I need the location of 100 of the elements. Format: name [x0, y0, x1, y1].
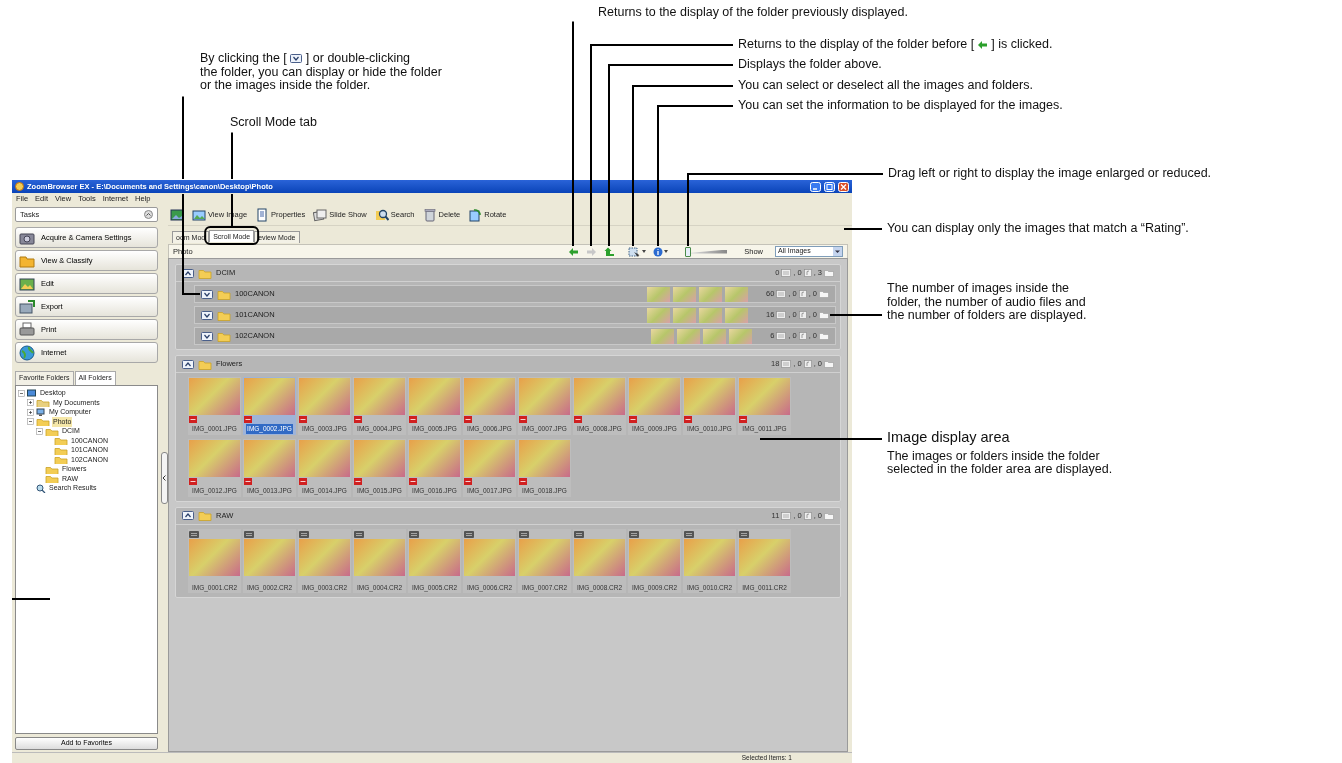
search-icon	[36, 483, 46, 493]
jpeg-file-icon	[189, 477, 197, 485]
collapse-button-icon[interactable]	[182, 268, 194, 278]
photo-placeholder	[464, 439, 515, 477]
maximize-button[interactable]	[824, 181, 835, 192]
folder-icon	[45, 474, 59, 484]
photo-placeholder	[189, 378, 240, 415]
minimize-button[interactable]	[810, 181, 821, 192]
back-arrow-icon	[568, 246, 580, 257]
photo-placeholder	[677, 328, 701, 344]
photo-placeholder	[574, 378, 625, 415]
photo-placeholder	[299, 439, 350, 477]
photo-placeholder	[646, 307, 670, 323]
picture-icon	[19, 275, 35, 292]
zoom-slider[interactable]	[683, 246, 728, 257]
panel-toggle-button[interactable]	[160, 452, 168, 504]
photo-placeholder	[703, 328, 727, 344]
expand-icon[interactable]	[27, 408, 34, 416]
computer-icon	[36, 407, 46, 417]
back-arrow-icon	[977, 39, 989, 50]
leader-line	[829, 314, 883, 316]
collapse-icon[interactable]	[27, 418, 34, 426]
select-button[interactable]	[628, 246, 647, 257]
callout-outline	[204, 226, 260, 245]
raw-file-icon	[519, 530, 529, 538]
folder-icon	[217, 309, 231, 321]
jpeg-file-icon	[409, 477, 417, 485]
app-logo-icon	[15, 182, 24, 191]
image-file-icon	[776, 311, 787, 319]
close-button[interactable]	[838, 181, 849, 192]
folder-icon	[824, 511, 834, 520]
raw-file-icon	[574, 530, 584, 538]
expand-button-icon	[289, 53, 303, 64]
folder-icon	[198, 510, 212, 521]
caret-icon	[664, 250, 669, 253]
folder-icon	[54, 455, 68, 465]
folder-icon	[45, 464, 59, 474]
photo-placeholder	[354, 439, 405, 477]
up-button[interactable]	[604, 246, 616, 257]
leader-line	[11, 598, 51, 600]
photo-placeholder	[646, 286, 670, 302]
slides-icon	[313, 208, 328, 222]
expand-button-icon[interactable]	[201, 331, 213, 341]
jpeg-file-icon	[464, 477, 472, 485]
collapse-button-icon[interactable]	[182, 511, 194, 520]
photo-placeholder	[672, 286, 696, 302]
photo-placeholder	[354, 538, 405, 576]
audio-file-icon	[798, 332, 807, 340]
photo-placeholder	[354, 378, 405, 415]
expand-button-icon[interactable]	[201, 310, 213, 320]
photo-placeholder	[464, 378, 515, 415]
slider-thumb[interactable]	[685, 246, 692, 257]
photo-placeholder	[724, 286, 748, 302]
callout-text: By clicking the [	[200, 52, 287, 66]
callout-text: Returns to the display of the folder before [	[738, 38, 975, 52]
raw-file-icon	[739, 530, 749, 538]
jpeg-file-icon	[409, 416, 417, 423]
photo-placeholder	[244, 439, 295, 477]
photo-placeholder	[739, 378, 790, 415]
image-file-icon	[781, 511, 792, 520]
callout-text: You can set the information to be displayed for the images.	[738, 99, 1064, 113]
callout-text: ] or double-clicking	[305, 52, 411, 66]
audio-file-icon	[803, 511, 812, 520]
caret-icon	[642, 250, 647, 253]
raw-file-icon	[409, 530, 419, 538]
jpeg-file-icon	[299, 477, 307, 485]
callout-text: Returns to the display of the folder previously displayed.	[598, 6, 909, 20]
photo-placeholder	[574, 538, 625, 576]
jpeg-file-icon	[629, 416, 637, 423]
document-icon	[255, 208, 270, 222]
photo-placeholder	[409, 538, 460, 576]
collapse-button-icon[interactable]	[182, 359, 194, 369]
image-file-icon	[781, 269, 792, 277]
folder-icon	[36, 398, 50, 408]
jpeg-file-icon	[519, 477, 527, 485]
photo-placeholder	[519, 439, 570, 477]
photo-placeholder	[244, 538, 295, 576]
select-all-icon	[628, 246, 642, 257]
raw-file-icon	[464, 530, 474, 538]
callout-heading: Image display area	[887, 430, 1011, 446]
image-file-icon	[776, 332, 787, 340]
jpeg-file-icon	[574, 416, 582, 423]
photo-placeholder	[672, 307, 696, 323]
search-icon	[374, 208, 389, 222]
expand-button-icon[interactable]	[201, 289, 213, 299]
collapse-icon	[144, 210, 153, 219]
photo-placeholder	[729, 328, 753, 344]
info-button[interactable]	[653, 246, 669, 257]
jpeg-file-icon	[354, 416, 362, 423]
photo-placeholder	[189, 439, 240, 477]
back-button[interactable]	[568, 246, 580, 257]
expand-icon[interactable]	[27, 399, 34, 407]
photo-placeholder	[698, 286, 722, 302]
collapse-icon[interactable]	[18, 389, 25, 397]
audio-file-icon	[798, 311, 807, 319]
picture-icon	[192, 208, 206, 222]
audio-file-icon	[803, 269, 812, 277]
raw-file-icon	[189, 530, 199, 538]
dropdown-arrow-icon	[833, 247, 842, 256]
collapse-icon[interactable]	[36, 427, 43, 435]
